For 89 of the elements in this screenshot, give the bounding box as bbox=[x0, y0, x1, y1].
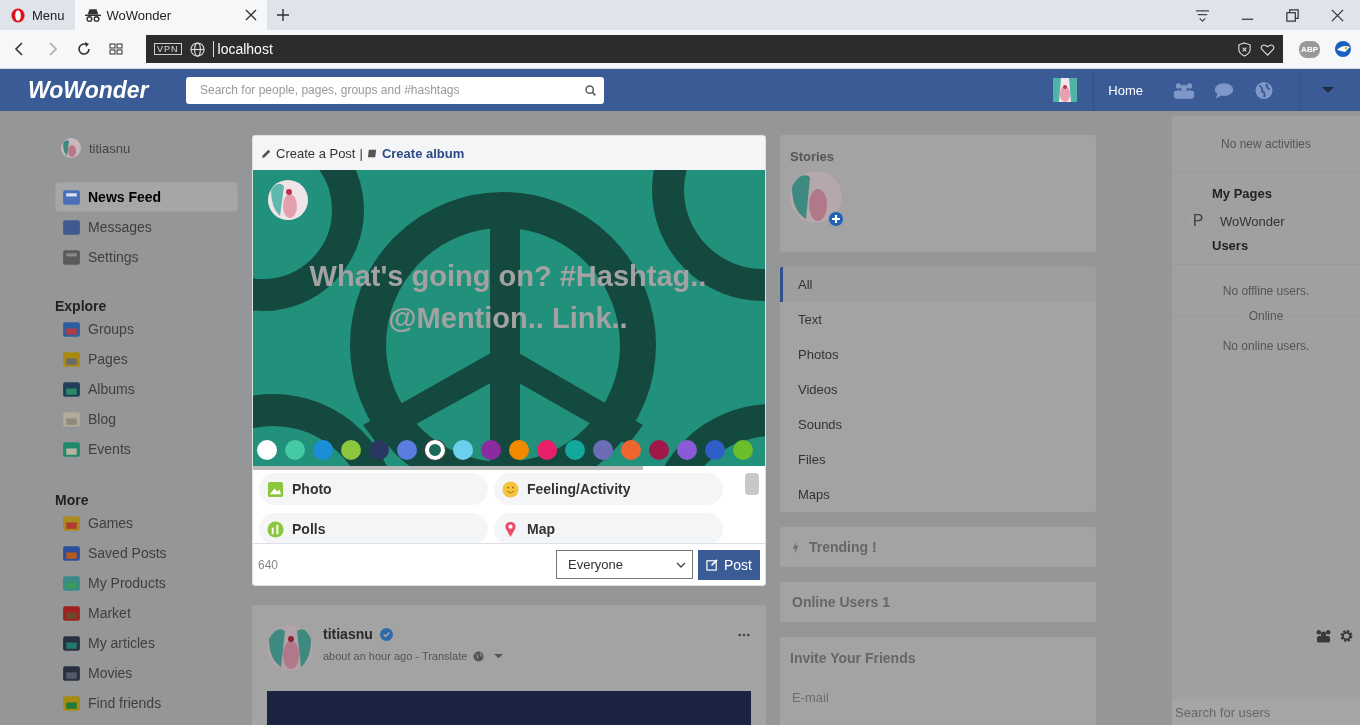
vpn-badge[interactable]: VPN bbox=[154, 43, 182, 55]
chevron-icon bbox=[676, 561, 686, 568]
author-name[interactable]: titiasnu bbox=[323, 626, 373, 642]
globe-icon[interactable] bbox=[1253, 80, 1275, 100]
card-title: Invite Your Friends bbox=[790, 650, 917, 666]
sidebar-item[interactable]: Groups bbox=[55, 314, 238, 344]
filter-item[interactable]: Photos bbox=[780, 337, 1096, 372]
scrollbar-thumb[interactable] bbox=[253, 466, 643, 470]
sidebar-item[interactable]: My Products bbox=[55, 568, 238, 598]
privacy-select[interactable]: Everyone bbox=[556, 550, 693, 579]
character-count: 640 bbox=[258, 557, 279, 572]
globe-icon bbox=[189, 41, 205, 57]
sidebar-item[interactable]: Movies bbox=[55, 658, 238, 688]
composer-title: Create a Post bbox=[276, 145, 356, 161]
sidebar-item[interactable]: Events bbox=[55, 434, 238, 464]
caret-icon[interactable] bbox=[1322, 86, 1334, 94]
post-option-button[interactable]: Map bbox=[494, 513, 723, 543]
new-tab-icon[interactable] bbox=[276, 9, 289, 21]
restore-icon[interactable] bbox=[1285, 7, 1300, 23]
address-field[interactable]: VPN localhost bbox=[146, 35, 1284, 63]
close-icon[interactable] bbox=[244, 9, 257, 21]
add-icon[interactable] bbox=[828, 211, 844, 227]
poll-icon bbox=[267, 520, 284, 538]
opera-logo-icon bbox=[10, 7, 26, 23]
caret-icon[interactable] bbox=[493, 652, 505, 660]
sidebar-item[interactable]: Blog bbox=[55, 404, 238, 434]
close-icon[interactable] bbox=[1330, 7, 1345, 23]
friends-icon[interactable] bbox=[1173, 80, 1195, 100]
filter-item[interactable]: All bbox=[780, 267, 1096, 302]
browser-tab[interactable]: WoWonder bbox=[74, 0, 267, 30]
sidebar-item[interactable]: Pages bbox=[55, 344, 238, 374]
separator-text: | bbox=[359, 145, 363, 161]
sidebar-item[interactable]: Albums bbox=[55, 374, 238, 404]
adblock-badge[interactable]: ABP bbox=[1299, 40, 1320, 58]
sidebar-item[interactable]: Messages bbox=[55, 212, 238, 242]
post-option-button[interactable]: Feeling/Activity bbox=[494, 473, 723, 505]
card-title: Stories bbox=[790, 149, 836, 164]
tab-menu-icon[interactable] bbox=[1195, 7, 1210, 23]
group-icon[interactable] bbox=[1316, 629, 1331, 643]
sidebar-item[interactable]: Find friends bbox=[55, 688, 238, 718]
sidebar-item[interactable]: Games bbox=[55, 508, 238, 538]
sidebar-item[interactable]: Market bbox=[55, 598, 238, 628]
pencil-icon bbox=[261, 147, 272, 159]
filter-item[interactable]: Text bbox=[780, 302, 1096, 337]
grid-icon[interactable] bbox=[108, 41, 124, 57]
filter-item[interactable]: Maps bbox=[780, 477, 1096, 512]
heart-icon[interactable] bbox=[1260, 41, 1276, 57]
empty-message: No new activities bbox=[1172, 116, 1360, 172]
filter-item[interactable]: Files bbox=[780, 442, 1096, 477]
card-title: Trending ! bbox=[809, 539, 877, 555]
user-search-field[interactable]: Search for users bbox=[1172, 699, 1360, 725]
globe-icon[interactable] bbox=[473, 650, 485, 662]
reload-icon[interactable] bbox=[76, 41, 92, 57]
map-pin-icon bbox=[502, 520, 519, 538]
post-option-button[interactable]: Photo bbox=[259, 473, 488, 505]
edit-icon bbox=[706, 558, 719, 571]
smiley-icon bbox=[502, 480, 519, 498]
filter-item[interactable]: Sounds bbox=[780, 407, 1096, 442]
sidebar-item[interactable]: News Feed bbox=[55, 182, 238, 212]
sidebar-item[interactable]: Settings bbox=[55, 242, 238, 272]
eagle-icon[interactable] bbox=[1334, 40, 1352, 58]
lightning-icon bbox=[792, 540, 799, 554]
browser-tab[interactable]: Menu bbox=[0, 0, 75, 30]
search-field[interactable]: Search for people, pages, groups and #hashtags bbox=[186, 76, 604, 104]
section-heading: More bbox=[55, 491, 90, 508]
sidebar-item[interactable]: My articles bbox=[55, 628, 238, 658]
page-link[interactable]: P WoWonder bbox=[1184, 204, 1360, 238]
home-link[interactable]: Home bbox=[1108, 82, 1143, 98]
empty-message: No online users. bbox=[1221, 339, 1311, 353]
more-icon[interactable] bbox=[738, 633, 750, 637]
section-heading: Users bbox=[1211, 238, 1250, 255]
settings-icon[interactable] bbox=[1339, 629, 1354, 643]
sidebar-item[interactable]: Saved Posts bbox=[55, 538, 238, 568]
profile-link[interactable]: titiasnu bbox=[55, 135, 238, 161]
card-title: Online Users 1 bbox=[792, 594, 891, 610]
scrollbar-thumb[interactable] bbox=[745, 473, 759, 495]
filter-item[interactable]: Videos bbox=[780, 372, 1096, 407]
create-album-link[interactable]: Create album bbox=[381, 145, 465, 161]
section-heading: Online bbox=[1244, 309, 1288, 323]
post-option-button[interactable]: Polls bbox=[259, 513, 488, 543]
post-button[interactable]: Post bbox=[698, 549, 760, 580]
section-heading: My Pages bbox=[1211, 186, 1273, 203]
chat-icon[interactable] bbox=[1213, 80, 1235, 100]
search-icon[interactable] bbox=[584, 83, 597, 97]
incognito-icon bbox=[84, 7, 101, 23]
post-meta: about an hour ago - Translate bbox=[323, 650, 468, 662]
site-logo[interactable]: WoWonder bbox=[28, 76, 158, 104]
shield-icon[interactable] bbox=[1237, 41, 1253, 57]
section-heading: Explore bbox=[55, 297, 108, 314]
